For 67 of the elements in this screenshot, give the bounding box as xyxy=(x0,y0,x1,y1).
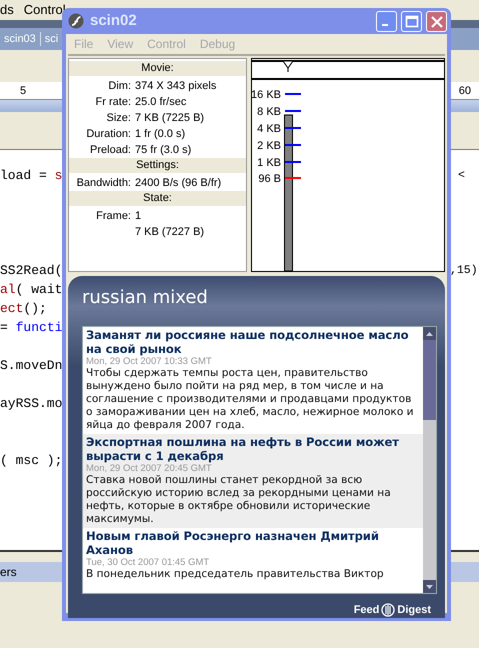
summary-text: Чтобы сдержать темпы роста цен, правительство вынуждено было пойти на ряд мер, в том числе и на соглашение с производителями и продавцами продуктов о замораживании цен на хлеб, масло, нежирное молоко и яйца до февраля 2007 года. xyxy=(86,367,415,432)
code-line: load = s xyxy=(0,167,62,185)
scroll-up-icon[interactable] xyxy=(423,327,436,340)
headline-link[interactable]: Заманят ли россияне наше подсолнечное масло на свой рынок xyxy=(86,328,421,356)
close-button[interactable] xyxy=(426,10,447,32)
stat-value: 374 X 343 pixels xyxy=(135,79,216,94)
axis-label: 1 KB xyxy=(257,157,281,169)
stat-value: 25.0 fr/sec xyxy=(135,95,186,110)
axis-label: 8 KB xyxy=(257,106,281,118)
ruler-label: 5 xyxy=(20,84,26,99)
stat-value: 7 KB (7225 B) xyxy=(135,111,204,126)
stat-label: Dim: xyxy=(107,79,132,94)
feed-title: russian mixed xyxy=(82,286,209,310)
maximize-icon xyxy=(404,14,420,28)
menu-item[interactable]: ds xyxy=(0,0,14,20)
headline-link[interactable]: Новым главой Росэнерго назначен Дмитрий Аханов xyxy=(86,529,421,557)
code-line: al( wait xyxy=(0,281,62,299)
summary-text: В понедельник председатель правительства Виктор xyxy=(86,568,385,581)
code-line: S.moveDn xyxy=(0,357,62,375)
stat-value: 1 xyxy=(135,209,142,224)
flash-player-icon xyxy=(68,13,84,29)
stat-value: 7 KB (7227 B) xyxy=(135,225,204,240)
section-header: Movie: xyxy=(69,61,246,76)
code-line: ,15) xyxy=(450,263,479,279)
stat-label: Bandwidth: xyxy=(76,176,132,191)
summary-text: Ставка новой пошлины станет рекордной за всю российскую историю вслед за рекордными ценами на нефть, которые в октябре обновили исторические максимумы. xyxy=(86,474,392,526)
stat-value: 75 fr (3.0 s) xyxy=(135,143,192,158)
stat-label: Frame: xyxy=(95,209,132,224)
section-header: Settings: xyxy=(69,158,246,173)
stat-label: Duration: xyxy=(85,127,132,142)
stat-value: 2400 B/s (96 B/fr) xyxy=(135,176,222,191)
code-line: = functi xyxy=(0,319,62,337)
signal-icon xyxy=(381,603,396,618)
stat-label: Fr rate: xyxy=(94,95,132,110)
date-text: Tue, 30 Oct 2007 01:45 GMT xyxy=(86,557,210,568)
minimize-button[interactable] xyxy=(376,10,397,32)
axis-label: 96 B xyxy=(258,173,281,185)
menu-item[interactable]: Control xyxy=(24,0,66,20)
date-text: Mon, 29 Oct 2007 20:45 GMT xyxy=(86,463,213,474)
stat-label: Size: xyxy=(106,111,132,126)
scroll-down-icon[interactable] xyxy=(423,580,436,593)
stat-value: 1 fr (0.0 s) xyxy=(135,127,186,142)
code-line: ayRSS.mo xyxy=(0,395,62,413)
axis-label: 16 KB xyxy=(252,89,281,101)
code-line: < xyxy=(457,168,466,184)
minimize-icon xyxy=(382,24,388,26)
close-icon xyxy=(428,14,444,28)
headline-link[interactable]: Экспортная пошлина на нефть в России может вырасти с 1 декабря xyxy=(86,435,421,463)
ruler-label: 60 xyxy=(458,84,471,99)
date-text: Mon, 29 Oct 2007 10:33 GMT xyxy=(86,356,213,367)
playhead-marker[interactable] xyxy=(282,60,294,72)
stat-label: Preload: xyxy=(89,143,132,158)
feed-item[interactable]: Новым главой Росэнерго назначен Дмитрий Аханов Tue, 30 Oct 2007 01:45 GMT В понедельник председатель правительства Виктор xyxy=(83,528,423,583)
maximize-button[interactable] xyxy=(401,10,422,32)
brand-text: Digest xyxy=(397,603,431,618)
scrollbar[interactable] xyxy=(423,327,436,593)
axis-label: 4 KB xyxy=(257,123,281,135)
window-title: scin02 xyxy=(90,11,137,31)
code-line: SS2Read( xyxy=(0,262,62,280)
scroll-thumb[interactable] xyxy=(423,340,436,420)
feed-item[interactable] xyxy=(83,434,423,528)
code-line: ( msc ); xyxy=(0,452,62,470)
section-header: State: xyxy=(69,191,246,206)
axis-label: 2 KB xyxy=(257,140,281,152)
code-line: ect(); xyxy=(0,300,48,318)
panel-tab[interactable]: ers xyxy=(0,565,17,579)
brand-text: Feed xyxy=(354,603,380,618)
